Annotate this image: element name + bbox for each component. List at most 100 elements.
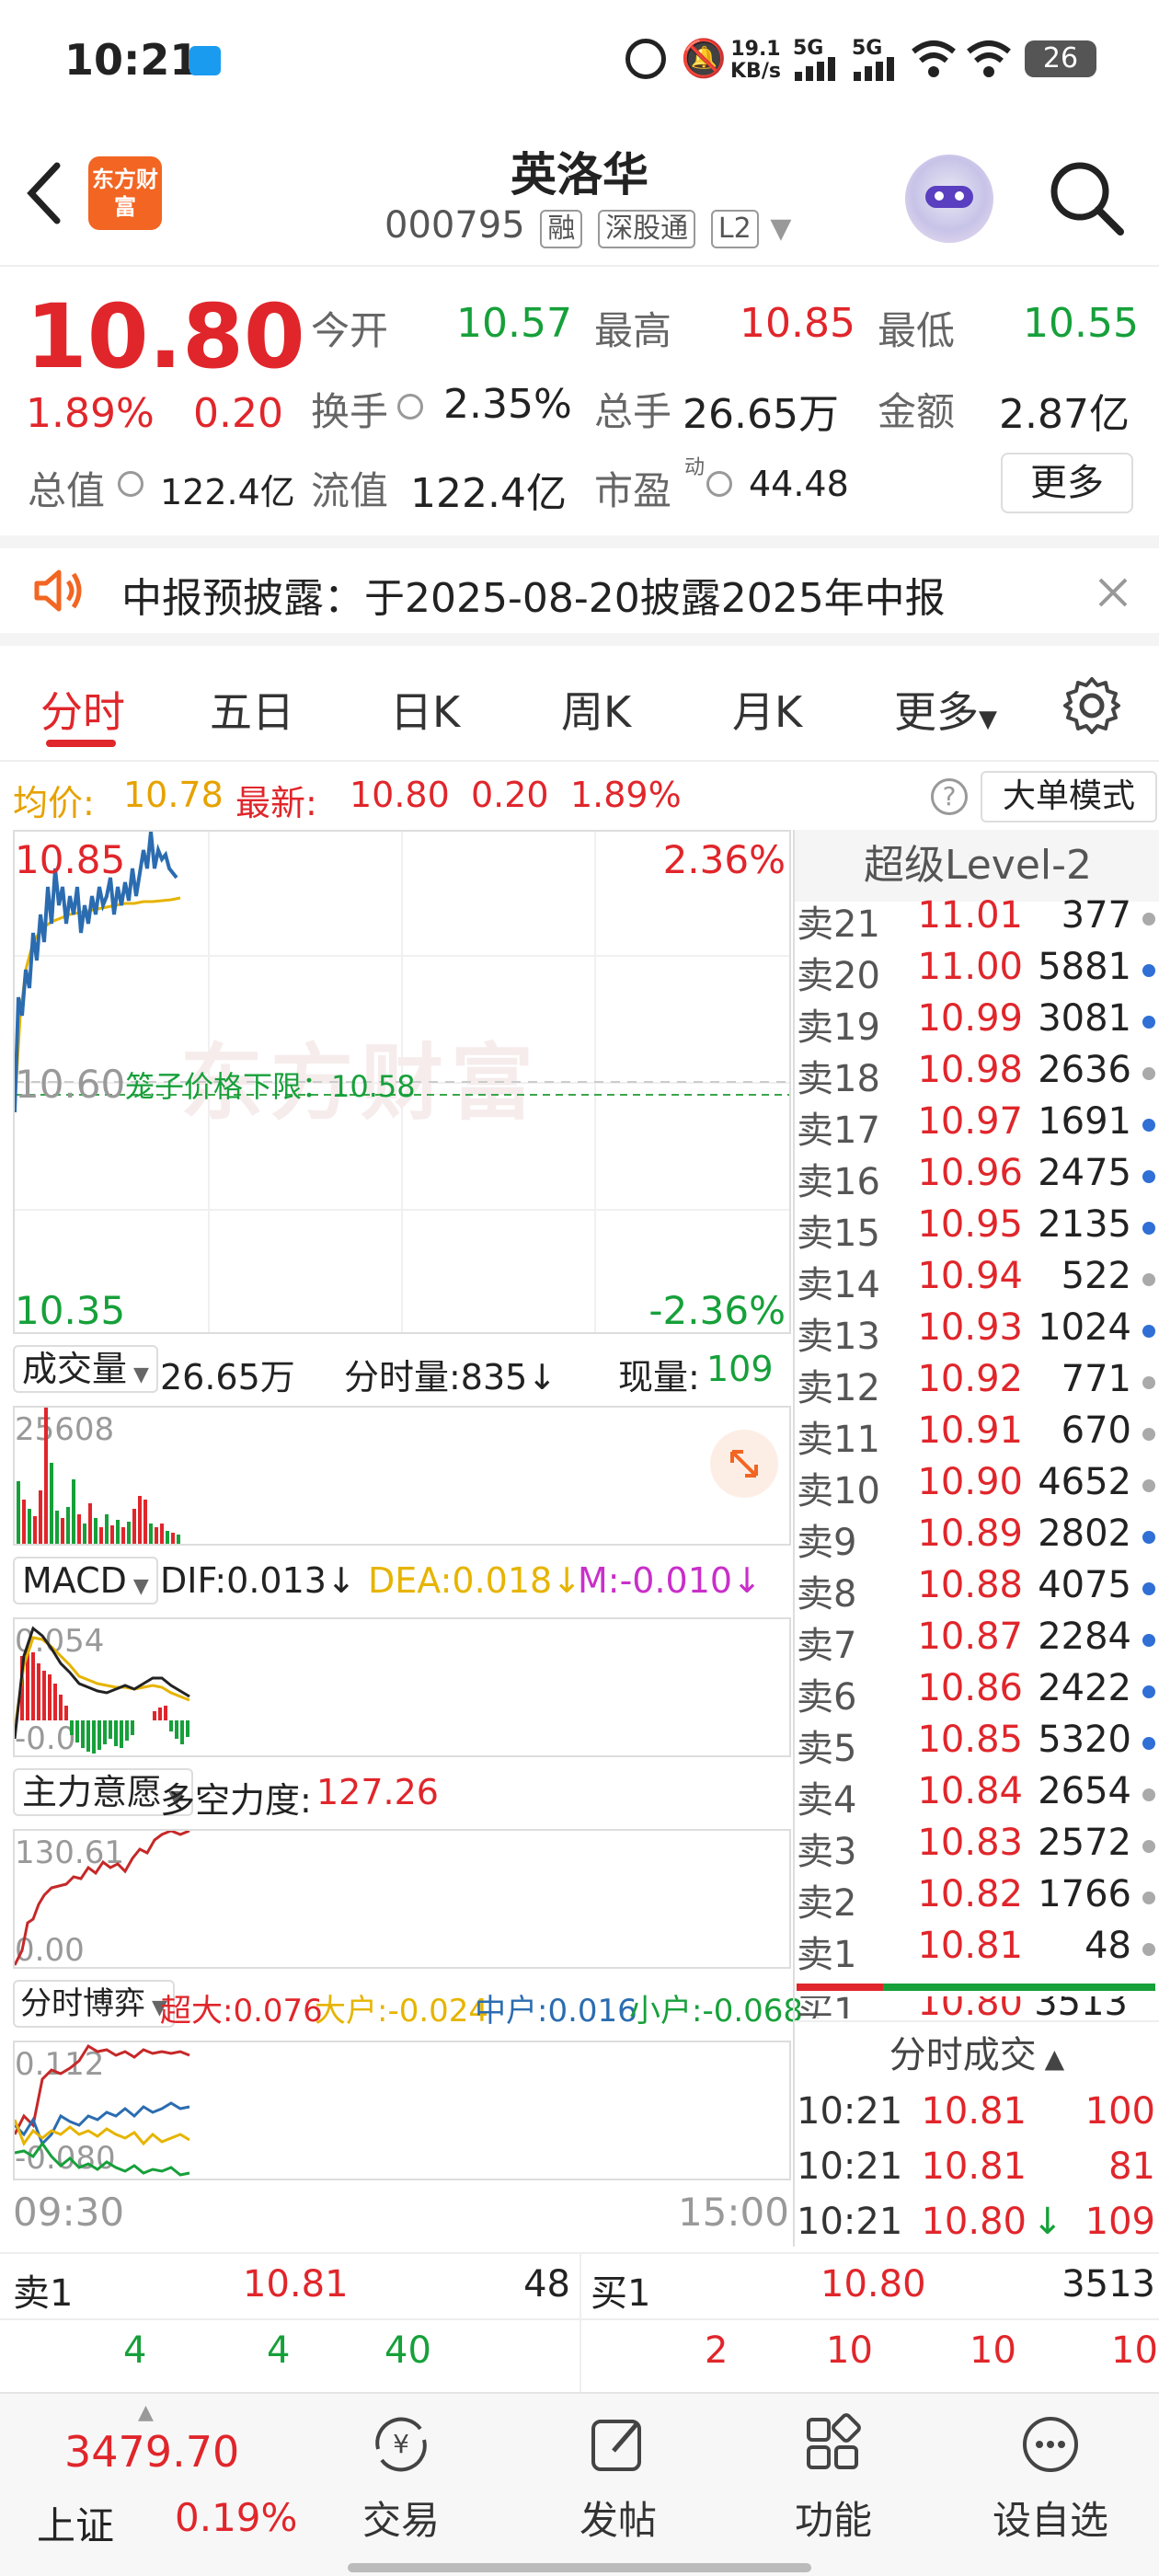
ask-row[interactable]: 卖16 10.96 2475: [797, 1152, 1159, 1203]
macd-chart[interactable]: 0.054 -0.0: [13, 1617, 791, 1757]
index-value: 3479.70: [64, 2427, 240, 2477]
settings-gear-icon[interactable]: [1061, 675, 1122, 736]
change-amount: 0.20: [193, 390, 283, 437]
gray-dot-icon: [1142, 1428, 1155, 1441]
ask-level-name: 卖17: [797, 1110, 880, 1152]
ask-row[interactable]: 卖19 10.99 3081: [797, 997, 1159, 1049]
ask-level-name: 卖9: [797, 1522, 857, 1564]
game-large: 大户:-0.024: [315, 1993, 489, 2030]
nav-add-watchlist-label: 设自选: [992, 2498, 1108, 2543]
tab-intraday[interactable]: 分时: [40, 679, 125, 740]
ask-row[interactable]: 卖13 10.93 1024: [797, 1306, 1159, 1358]
blue-dot-icon: [1142, 1222, 1155, 1235]
volume-value: 26.65万: [683, 391, 839, 438]
ask-row[interactable]: 卖4 10.84 2654: [797, 1770, 1159, 1822]
help-icon[interactable]: ?: [931, 778, 968, 815]
volume-selector-label: 成交量: [22, 1349, 128, 1389]
nav-post[interactable]: 发帖: [545, 2412, 692, 2546]
close-icon[interactable]: [1095, 574, 1131, 611]
ask-level-name: 卖7: [797, 1625, 857, 1667]
stock-code-row: 000795 融 深股通 L2 ▼: [384, 204, 791, 248]
blue-dot-icon: [1142, 1531, 1155, 1544]
trades-collapse-icon: ▲: [1036, 2043, 1065, 2074]
ask-row[interactable]: 卖20 11.00 5881: [797, 946, 1159, 997]
main-force-chart[interactable]: 130.61 0.00: [13, 1829, 791, 1969]
nav-function[interactable]: 功能: [760, 2412, 907, 2546]
ask-row[interactable]: 卖6 10.86 2422: [797, 1667, 1159, 1719]
index-ticker[interactable]: ▲ 3479.70 上证 0.19%: [0, 2394, 304, 2576]
ask-level-name: 卖15: [797, 1213, 880, 1255]
ask-price: 10.95: [917, 1203, 1023, 1246]
ask-row[interactable]: 卖12 10.92 771: [797, 1358, 1159, 1409]
game-chart[interactable]: 0.112 -0.080: [13, 2041, 791, 2180]
ask-row[interactable]: 卖11 10.91 670: [797, 1409, 1159, 1461]
ask-row[interactable]: 卖17 10.97 1691: [797, 1100, 1159, 1152]
nav-add-watchlist[interactable]: 设自选: [977, 2412, 1124, 2546]
quote-panel: 10.80 1.89% 0.20 今开 10.57 最高 10.85 最低 10…: [0, 267, 1159, 534]
robot-assistant-avatar[interactable]: [905, 155, 993, 243]
notice-banner[interactable]: 中报预披露：于2025-08-20披露2025年中报: [0, 535, 1159, 646]
ask-row[interactable]: 卖5 10.85 5320: [797, 1719, 1159, 1770]
tab-five-day[interactable]: 五日: [210, 679, 294, 740]
orderbook-ratio-red: [797, 1984, 883, 1991]
ask-level-name: 卖3: [797, 1831, 857, 1873]
nav-trade[interactable]: ¥ 交易: [327, 2412, 475, 2546]
volume-bars: [17, 1408, 180, 1544]
more-button[interactable]: 更多: [1001, 453, 1133, 513]
ask-row[interactable]: 卖10 10.90 4652: [797, 1461, 1159, 1512]
mktcap-info-icon[interactable]: [118, 471, 143, 497]
signal-2-icon: [854, 57, 898, 81]
ask-price: 10.85: [917, 1719, 1023, 1761]
ask-price: 10.87: [917, 1616, 1023, 1658]
tab-more[interactable]: 更多▼: [894, 679, 997, 740]
trade-price: 10.81: [921, 2145, 1027, 2188]
ask-level-name: 卖13: [797, 1316, 880, 1358]
dropdown-triangle-icon[interactable]: ▼: [770, 213, 791, 245]
ask-row[interactable]: 卖2 10.82 1766: [797, 1873, 1159, 1925]
volume-selector[interactable]: 成交量 ▼: [13, 1345, 158, 1393]
ask-level-name: 卖5: [797, 1728, 857, 1770]
avg-value: 10.78: [123, 775, 224, 815]
pe-info-icon[interactable]: [706, 471, 732, 497]
partial-row-price: 10.80: [917, 1996, 1023, 2018]
ask-row[interactable]: 卖18 10.98 2636: [797, 1049, 1159, 1100]
gray-dot-icon: [1142, 1788, 1155, 1801]
ask-row[interactable]: 卖7 10.87 2284: [797, 1616, 1159, 1667]
macd-dea-text: DEA:0.018: [368, 1560, 553, 1601]
tab-daily-k[interactable]: 日K: [390, 679, 460, 740]
volume-chart[interactable]: 25608: [13, 1406, 791, 1546]
bar-ask-label: 卖1: [13, 2272, 74, 2315]
ask-row[interactable]: 卖9 10.89 2802: [797, 1512, 1159, 1564]
search-icon[interactable]: [1047, 158, 1126, 237]
expand-icon[interactable]: [710, 1430, 778, 1498]
ask-row[interactable]: 卖3 10.83 2572: [797, 1822, 1159, 1873]
tab-monthly-k[interactable]: 月K: [732, 679, 802, 740]
ask-row[interactable]: 卖21 11.01 377: [797, 894, 1159, 946]
gray-dot-icon: [1142, 1067, 1155, 1080]
chart-tabs: 分时 五日 日K 周K 月K 更多▼: [0, 646, 1159, 762]
ask-queue-3: 40: [384, 2329, 431, 2372]
ask-volume: 1766: [1038, 1873, 1131, 1915]
macd-selector[interactable]: MACD ▼: [13, 1557, 158, 1604]
ask-row[interactable]: 卖14 10.94 522: [797, 1255, 1159, 1306]
l2-tag: L2: [710, 210, 759, 248]
tab-weekly-k[interactable]: 周K: [561, 679, 631, 740]
blue-dot-icon: [1142, 1170, 1155, 1183]
ask-volume: 377: [1061, 894, 1131, 937]
turnover-info-icon[interactable]: [397, 394, 423, 420]
ask-price: 10.82: [917, 1873, 1023, 1915]
big-order-mode-button[interactable]: 大单模式: [981, 771, 1157, 822]
trades-title[interactable]: 分时成交 ▲: [795, 2020, 1159, 2087]
ask-volume: 1691: [1038, 1100, 1131, 1143]
ask-row[interactable]: 卖8 10.88 4075: [797, 1564, 1159, 1616]
wifi-icon-2: [967, 40, 1011, 77]
macd-dif-text: DIF:0.013: [160, 1560, 327, 1601]
bid-queue-2: 10: [826, 2329, 873, 2372]
ask-volume: 2475: [1038, 1152, 1131, 1194]
game-selector[interactable]: 分时博弈 ▼: [13, 1980, 175, 2028]
ask-row[interactable]: 卖1 10.81 48: [797, 1925, 1159, 1976]
home-indicator[interactable]: [348, 2563, 811, 2572]
ask-level-name: 卖2: [797, 1882, 857, 1925]
ask-row[interactable]: 卖15 10.95 2135: [797, 1203, 1159, 1255]
price-chart[interactable]: 东方财富 10.85 2.36% 10.60 笼子价格下限：10.58 10.3…: [13, 830, 791, 1334]
